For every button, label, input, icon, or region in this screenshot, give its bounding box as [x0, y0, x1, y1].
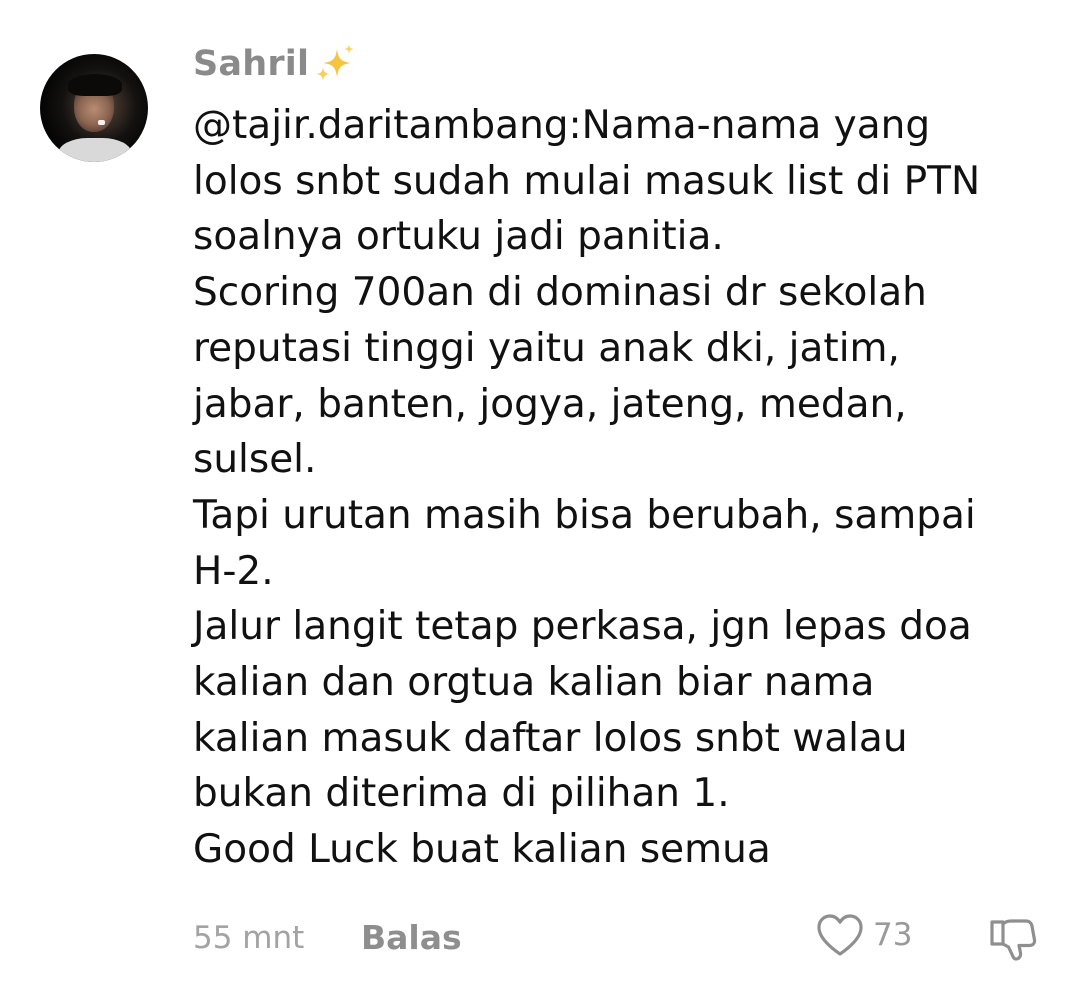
- comment-line: Good Luck buat kalian semua: [193, 827, 771, 873]
- comment-text: @tajir.daritambang:Nama-nama yang lolos …: [193, 98, 1063, 878]
- comment-actions: 55 mnt Balas 73: [193, 912, 1053, 964]
- comment-line: lolos snbt sudah mulai masuk list di PTN: [193, 158, 981, 204]
- heart-outline-icon[interactable]: [815, 912, 865, 958]
- reply-button[interactable]: Balas: [361, 918, 462, 957]
- comment-line: Jalur langit tetap perkasa, jgn lepas do…: [193, 604, 972, 650]
- thumbs-down-outline-icon[interactable]: [988, 916, 1038, 962]
- username-label: Sahril: [193, 44, 310, 84]
- username[interactable]: Sahril: [193, 40, 357, 88]
- dislike-button[interactable]: [988, 916, 1038, 962]
- comment-line: kalian masuk daftar lolos snbt walau: [193, 715, 908, 761]
- sparkles-icon: [313, 43, 357, 85]
- like-count: 73: [873, 917, 913, 953]
- comment-line: jabar, banten, jogya, jateng, medan,: [193, 381, 907, 427]
- comment-line: Tapi urutan masih bisa berubah, sampai: [193, 492, 976, 538]
- like-button[interactable]: 73: [815, 912, 912, 958]
- comment-line: reputasi tinggi yaitu anak dki, jatim,: [193, 325, 900, 371]
- avatar-highlight: [98, 120, 105, 125]
- avatar[interactable]: [40, 54, 148, 162]
- comment-line: soalnya ortuku jadi panitia.: [193, 214, 724, 260]
- comment-line: kalian dan orgtua kalian biar nama: [193, 660, 875, 706]
- comment-line: @tajir.daritambang:Nama-nama yang: [193, 103, 931, 148]
- comment-line: H-2.: [193, 548, 274, 594]
- avatar-shirt: [58, 138, 132, 162]
- comment-item: Sahril @tajir.daritambang:Nama-nama yang…: [0, 0, 1080, 987]
- avatar-hair: [68, 74, 122, 96]
- timestamp: 55 mnt: [193, 920, 305, 956]
- comment-line: sulsel.: [193, 437, 317, 483]
- comment-line: Scoring 700an di dominasi dr sekolah: [193, 270, 927, 316]
- comment-line: bukan diterima di pilihan 1.: [193, 771, 730, 817]
